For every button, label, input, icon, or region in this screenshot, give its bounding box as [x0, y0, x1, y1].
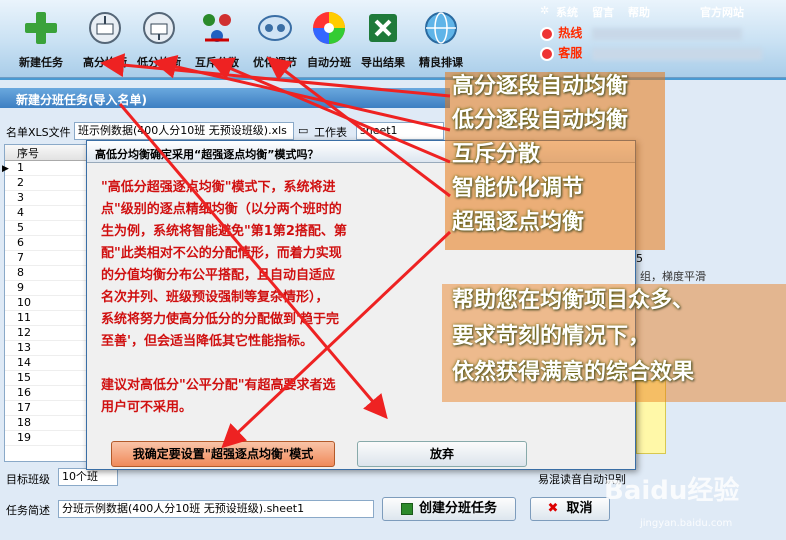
- callout-line: 智能优化调节: [452, 176, 585, 201]
- folder-icon[interactable]: ▭: [298, 124, 308, 137]
- auto-assign-button[interactable]: 自动分班: [298, 8, 360, 72]
- callout-line: 帮助您在均衡项目众多、: [452, 288, 695, 313]
- balance-high-icon: [89, 12, 121, 44]
- window-title: 新建分班任务(导入名单): [0, 88, 450, 108]
- gear-icon: ✲: [540, 4, 550, 17]
- callout-line: 超强逐点均衡: [452, 210, 585, 235]
- table-row[interactable]: 5: [5, 221, 95, 236]
- callout-line: 要求苛刻的情况下，: [452, 324, 651, 349]
- website-link[interactable]: 官方网站: [700, 4, 744, 20]
- message-link[interactable]: 留言: [592, 4, 614, 20]
- close-icon: ✖: [547, 501, 559, 516]
- sheet-label: 工作表: [314, 126, 347, 139]
- service-label: 客服: [558, 46, 583, 60]
- disperse-icon: [203, 14, 231, 42]
- table-row[interactable]: 15: [5, 371, 95, 386]
- main-toolbar: 新建任务 高分均衡 低分均衡 互斥分散 优化调节 自动分班 导出结果 精良排课 …: [0, 0, 786, 78]
- color-wheel-icon: [313, 12, 345, 44]
- hotline-number-blurred: [592, 27, 743, 40]
- table-row[interactable]: 4: [5, 206, 95, 221]
- mutual-disperse-button[interactable]: 互斥分散: [186, 8, 248, 72]
- callout-line: 高分逐段自动均衡: [452, 74, 629, 99]
- target-label: 目标班级: [6, 473, 50, 486]
- top-links: ✲ 系统 留言 帮助 官方网站: [540, 4, 780, 20]
- export-result-button[interactable]: 导出结果: [352, 8, 414, 72]
- table-row[interactable]: 17: [5, 401, 95, 416]
- hotline-label: 热线: [558, 26, 583, 40]
- xls-label: 名单XLS文件: [6, 126, 71, 139]
- baidu-watermark: Baidu经验: [604, 476, 740, 506]
- fine-schedule-button[interactable]: 精良排课: [410, 8, 472, 72]
- help-link[interactable]: 帮助: [628, 4, 650, 20]
- low-score-balance-button[interactable]: 低分均衡: [128, 8, 190, 72]
- table-row[interactable]: 13: [5, 341, 95, 356]
- table-row[interactable]: 1: [5, 161, 95, 176]
- target-class-select[interactable]: 10个班: [58, 468, 118, 486]
- plus-icon: [25, 12, 57, 44]
- globe-icon: [425, 12, 457, 44]
- table-row[interactable]: 12: [5, 326, 95, 341]
- confirm-super-balance-button[interactable]: 我确定要设置"超强逐点均衡"模式: [111, 441, 335, 467]
- create-task-button[interactable]: 创建分班任务: [382, 497, 516, 521]
- callout-line: 低分逐段自动均衡: [452, 108, 629, 133]
- table-row[interactable]: 19: [5, 431, 95, 446]
- task-label: 任务简述: [6, 504, 50, 517]
- baidu-watermark-url: jingyan.baidu.com: [640, 518, 733, 529]
- service-info: 客服: [540, 44, 780, 61]
- balance-low-icon: [143, 12, 175, 44]
- table-row[interactable]: 18: [5, 416, 95, 431]
- system-link[interactable]: 系统: [556, 4, 578, 20]
- high-score-balance-button[interactable]: 高分均衡: [74, 8, 136, 72]
- table-row[interactable]: 14: [5, 356, 95, 371]
- target-row: 目标班级 10个班 易混读音自动识别: [6, 468, 646, 490]
- hotline-info: 热线: [540, 24, 780, 41]
- table-row[interactable]: 10: [5, 296, 95, 311]
- xls-row: 名单XLS文件 班示例数据(400人分10班 无预设班级).xls ▭ 工作表 …: [6, 122, 446, 140]
- callout-line: 互斥分散: [452, 142, 541, 167]
- feature-callout: 高分逐段自动均衡 低分逐段自动均衡 互斥分散 智能优化调节 超强逐点均衡 帮助您…: [436, 70, 786, 400]
- table-row[interactable]: 8: [5, 266, 95, 281]
- callout-line: 依然获得满意的综合效果: [452, 360, 695, 385]
- service-number-blurred: [592, 47, 763, 60]
- task-description-input[interactable]: 分班示例数据(400人分10班 无预设班级).sheet1: [58, 500, 374, 518]
- table-row[interactable]: 2: [5, 176, 95, 191]
- optimize-icon: [258, 15, 292, 41]
- cancel-task-button[interactable]: ✖ 取消: [530, 497, 610, 521]
- table-row[interactable]: 6: [5, 236, 95, 251]
- new-task-button[interactable]: 新建任务: [10, 8, 72, 72]
- table-row[interactable]: 3: [5, 191, 95, 206]
- table-row[interactable]: 11: [5, 311, 95, 326]
- check-icon: [400, 502, 413, 515]
- qq-icon: [540, 46, 554, 61]
- xls-file-input[interactable]: 班示例数据(400人分10班 无预设班级).xls: [74, 122, 294, 140]
- sheet-select[interactable]: sheet1: [356, 122, 444, 140]
- abandon-button[interactable]: 放弃: [357, 441, 527, 467]
- table-row[interactable]: 7: [5, 251, 95, 266]
- table-row[interactable]: 16: [5, 386, 95, 401]
- excel-icon: [369, 14, 397, 42]
- table-row[interactable]: 9: [5, 281, 95, 296]
- optimize-adjust-button[interactable]: 优化调节: [244, 8, 306, 72]
- row-pointer-icon: ▶: [2, 164, 9, 174]
- phone-icon: [540, 26, 554, 41]
